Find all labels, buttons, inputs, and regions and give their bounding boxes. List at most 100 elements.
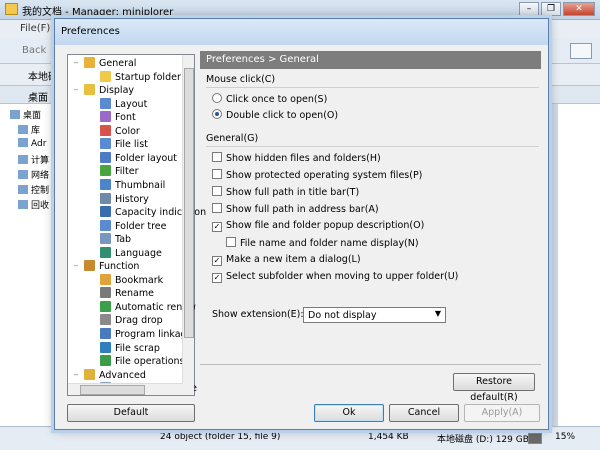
- tree-item[interactable]: Filter: [100, 165, 139, 178]
- show-extension-label: Show extension(E):: [212, 309, 304, 320]
- tree-item-label: History: [115, 193, 149, 205]
- tree-item[interactable]: Adr: [18, 138, 46, 151]
- tree-item[interactable]: Folder layout: [100, 151, 178, 165]
- tree-item[interactable]: Color: [100, 124, 140, 138]
- filter-icon: [100, 165, 111, 177]
- tree-item-label: Thumbnail: [115, 179, 166, 191]
- show-extension-select[interactable]: Do not display ▼: [303, 307, 446, 323]
- scrollbar-thumb[interactable]: [80, 385, 145, 395]
- close-window-icon[interactable]: ✕: [563, 2, 595, 16]
- network-icon: [18, 170, 28, 179]
- general-option-checkbox[interactable]: ✓ Show file and folder popup description(…: [212, 220, 424, 233]
- tree-item[interactable]: File list: [100, 138, 148, 151]
- file-list-pane[interactable]: [558, 104, 600, 426]
- main-folder-tree: 桌面 库 Adr 计算 网络 控制 回收: [0, 104, 58, 426]
- dialog-titlebar: Preferences: [55, 19, 548, 45]
- tree-item[interactable]: 库: [18, 123, 40, 136]
- desktop-icon: [10, 110, 20, 119]
- dropdown-arrow-icon: ▼: [434, 309, 441, 318]
- tree-item[interactable]: Startup folder: [100, 70, 181, 84]
- tree-item[interactable]: Function: [84, 260, 139, 273]
- general-option-checkbox[interactable]: Show full path in address bar(A): [212, 203, 379, 216]
- tree-item[interactable]: Bookmark: [100, 273, 164, 287]
- tree-item-label: Advanced: [99, 369, 146, 381]
- restore-default-button[interactable]: Restore default(R): [453, 373, 535, 403]
- font-icon: [100, 111, 111, 123]
- general-option-checkbox[interactable]: Show hidden files and folders(H): [212, 152, 381, 165]
- tree-item[interactable]: Thumbnail: [100, 178, 166, 192]
- dialog-title: Preferences: [61, 26, 120, 37]
- tree-item-label: Language: [115, 247, 162, 259]
- bookmark-icon: [100, 273, 111, 285]
- tree-item-label: Bookmark: [115, 274, 164, 286]
- drag-icon: [100, 314, 111, 326]
- tree-item[interactable]: Font: [100, 111, 136, 124]
- double-click-radio[interactable]: Double click to open(O): [212, 109, 338, 122]
- tree-item[interactable]: History: [100, 192, 149, 206]
- tree-item[interactable]: Advanced: [84, 368, 146, 382]
- tree-vertical-scrollbar[interactable]: [182, 55, 194, 395]
- tree-item[interactable]: Rename: [100, 287, 154, 300]
- tree-item[interactable]: File operations: [100, 355, 184, 368]
- capacity-icon: [100, 206, 111, 218]
- tree-item[interactable]: Display: [84, 84, 134, 97]
- checkbox-icon: [212, 169, 222, 179]
- tree-item-label: Tab: [115, 234, 132, 246]
- tree-expander-icon[interactable]: −: [73, 87, 80, 94]
- library-icon: [18, 125, 28, 134]
- maximize-icon[interactable]: ❐: [541, 2, 561, 16]
- tree-item-label: Drag drop: [115, 315, 163, 327]
- tree-item[interactable]: Drag drop: [100, 314, 163, 327]
- separator: [200, 364, 541, 365]
- tree-expander-icon[interactable]: −: [73, 60, 80, 67]
- tree-item[interactable]: 网络: [18, 168, 49, 181]
- status-drive: 本地磁盘 (D:) 129 GB: [437, 435, 529, 445]
- tree-item[interactable]: 控制: [18, 183, 49, 196]
- tree-item[interactable]: Language: [100, 246, 162, 260]
- view-mode-icon[interactable]: [570, 43, 592, 59]
- general-option-checkbox[interactable]: ✓ Select subfolder when moving to upper f…: [212, 271, 458, 284]
- general-option-checkbox[interactable]: Show protected operating system files(P): [212, 169, 422, 182]
- apply-button[interactable]: Apply(A): [464, 404, 540, 422]
- tab-desktop[interactable]: 桌面: [28, 89, 48, 104]
- tree-item[interactable]: Program linkage: [100, 328, 192, 341]
- tree-item-label: Folder layout: [115, 152, 178, 164]
- back-button[interactable]: Back: [22, 45, 46, 56]
- cancel-button[interactable]: Cancel: [389, 404, 459, 422]
- tree-item-label: Startup folder: [115, 71, 181, 83]
- mouse-click-header: Mouse click(C): [206, 74, 276, 85]
- tree-item[interactable]: Tab: [100, 233, 131, 246]
- tree-item[interactable]: Folder tree: [100, 219, 167, 233]
- menu-file[interactable]: File(F): [20, 23, 50, 34]
- recycle-bin-icon: [18, 200, 28, 209]
- tree-horizontal-scrollbar[interactable]: [68, 383, 183, 395]
- tree-expander-icon[interactable]: −: [73, 263, 80, 270]
- tree-item-label: Rename: [115, 288, 154, 300]
- tree-item-label: Layout: [115, 98, 148, 110]
- folder-tree-icon: [100, 219, 111, 231]
- tree-item[interactable]: 计算: [18, 153, 49, 166]
- tree-expander-icon[interactable]: −: [73, 371, 80, 379]
- ok-button[interactable]: Ok: [314, 404, 384, 422]
- tree-item-label: General: [99, 58, 137, 69]
- tree-item[interactable]: General: [84, 57, 136, 70]
- status-size: 1,454 KB: [368, 432, 409, 442]
- radio-icon: [212, 93, 222, 103]
- general-option-checkbox[interactable]: ✓ Make a new item a dialog(L): [212, 254, 361, 267]
- general-option-checkbox[interactable]: File name and folder name display(N): [226, 237, 419, 250]
- capacity-meter: [528, 433, 542, 444]
- click-once-radio[interactable]: Click once to open(S): [212, 93, 327, 106]
- tree-item[interactable]: File scrap: [100, 341, 160, 355]
- minimize-icon[interactable]: –: [519, 2, 539, 16]
- app-folder-icon: [5, 3, 18, 15]
- scrollbar-thumb[interactable]: [184, 68, 194, 338]
- general-option-checkbox[interactable]: Show full path in title bar(T): [212, 186, 359, 199]
- tree-item[interactable]: 回收: [18, 198, 49, 211]
- tree-item[interactable]: Layout: [100, 97, 148, 111]
- default-button[interactable]: Default: [67, 404, 195, 422]
- control-panel-icon: [18, 185, 28, 194]
- tree-item[interactable]: 桌面: [10, 108, 41, 121]
- status-summary: 24 object (folder 15, file 9): [160, 432, 281, 442]
- file-ops-icon: [100, 355, 111, 367]
- program-icon: [100, 328, 111, 339]
